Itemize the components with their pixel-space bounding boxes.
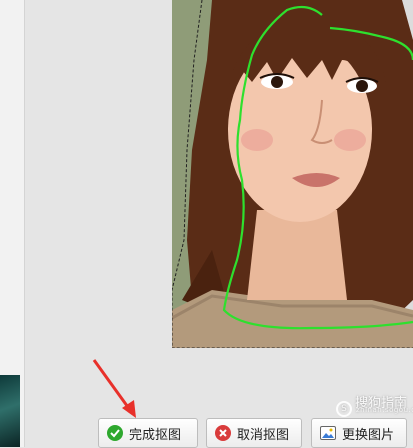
watermark: S搜狗指南 zhinan.sogou.com <box>335 392 413 417</box>
cancel-cutout-button[interactable]: 取消抠图 <box>206 418 302 448</box>
change-image-label: 更换图片 <box>342 427 395 443</box>
done-cutout-button[interactable]: 完成抠图 <box>98 418 198 448</box>
cancel-cutout-label: 取消抠图 <box>237 427 290 443</box>
left-panel <box>0 0 25 447</box>
done-cutout-label: 完成抠图 <box>129 427 182 443</box>
picture-icon <box>320 426 336 440</box>
annotation-arrow <box>92 359 136 418</box>
watermark-url: zhinan.sogou.com <box>355 406 413 414</box>
bottom-toolbar: 完成抠图 取消抠图 更换图片 <box>0 415 413 448</box>
portrait-photo[interactable] <box>172 0 413 348</box>
check-circle-icon <box>107 425 123 441</box>
x-circle-icon <box>215 425 231 441</box>
change-image-button[interactable]: 更换图片 <box>311 418 407 448</box>
